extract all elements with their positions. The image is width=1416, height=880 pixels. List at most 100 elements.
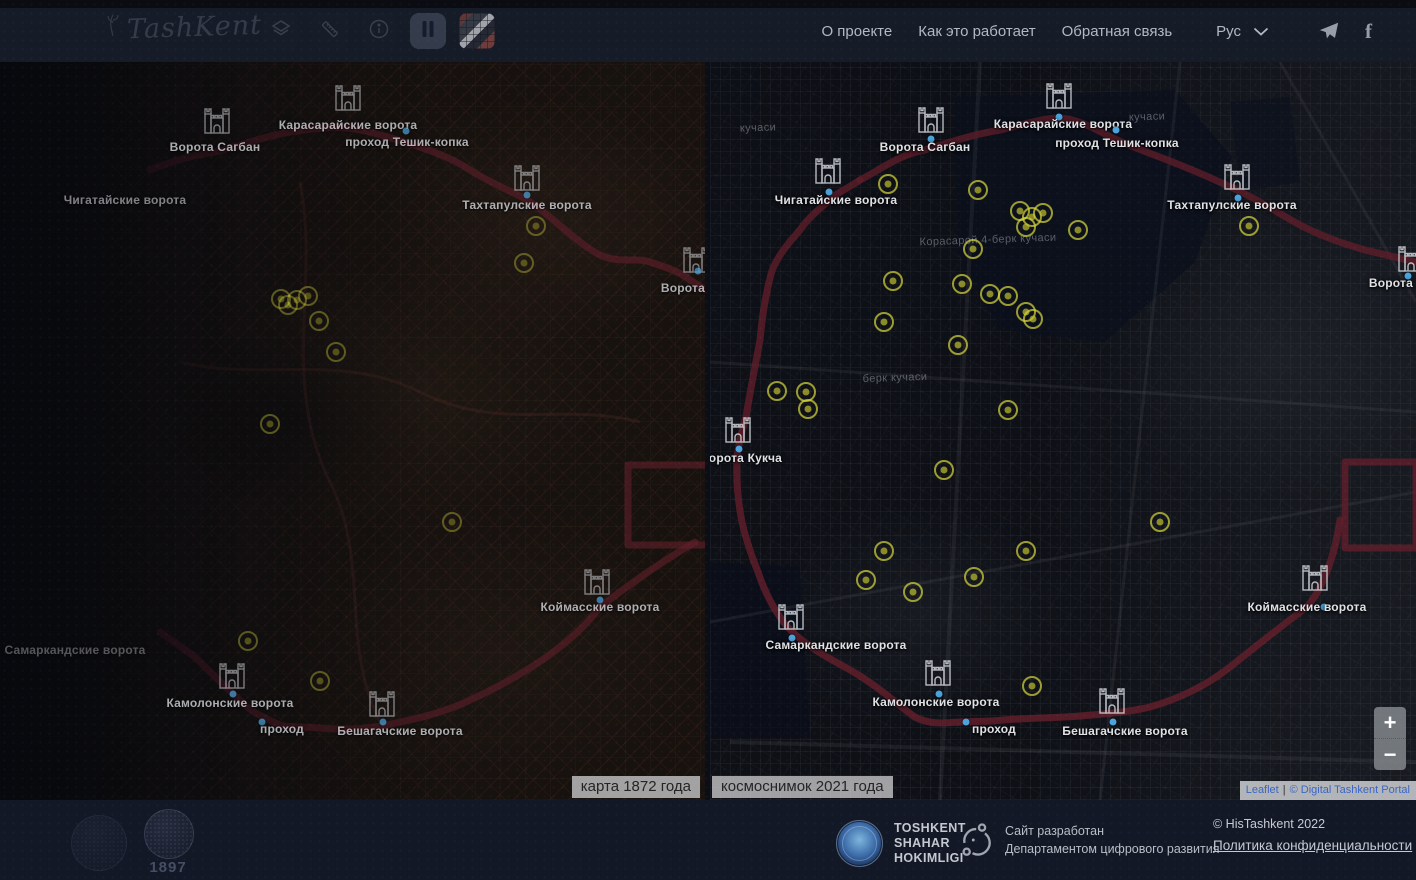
poi-marker[interactable] <box>874 312 894 332</box>
poi-marker[interactable] <box>1239 216 1259 236</box>
info-icon <box>368 18 390 45</box>
gate-label: Самаркандские ворота <box>765 638 906 652</box>
poi-marker[interactable] <box>980 284 1000 304</box>
gate-label: Ворота Кукча <box>710 451 782 465</box>
poi-marker[interactable] <box>1022 676 1042 696</box>
gate-icon[interactable] <box>776 599 806 633</box>
poi-marker[interactable] <box>526 216 546 236</box>
poi-marker[interactable] <box>798 399 818 419</box>
poi-marker[interactable] <box>767 381 787 401</box>
gate-icon[interactable] <box>1222 159 1252 193</box>
gate-icon[interactable] <box>916 102 946 136</box>
info-button[interactable] <box>361 13 397 49</box>
poi-marker[interactable] <box>1033 203 1053 223</box>
org-name: TOSHKENT SHAHAR HOKIMLIGI <box>894 821 966 865</box>
copyright-block: © HisTashkent 2022 Политика конфиденциал… <box>1213 815 1412 853</box>
poi-marker[interactable] <box>310 671 330 691</box>
gate-icon[interactable] <box>723 412 753 446</box>
telegram-icon[interactable] <box>1317 20 1341 42</box>
poi-marker[interactable] <box>1023 309 1043 329</box>
digital-dev-logo-icon <box>956 821 992 859</box>
gate-label: проход Тешик-копка <box>1055 136 1179 150</box>
gate-icon[interactable] <box>202 103 232 137</box>
poi-marker[interactable] <box>948 335 968 355</box>
gate-icon[interactable] <box>217 658 247 692</box>
gate-label: Камолонские ворота <box>872 695 999 709</box>
poi-marker[interactable] <box>1016 217 1036 237</box>
poi-marker[interactable] <box>903 582 923 602</box>
caption-1872: карта 1872 года <box>572 776 700 798</box>
year-thumbnail[interactable] <box>71 815 127 871</box>
street-label: кучаси <box>1129 110 1166 123</box>
poi-marker[interactable] <box>260 414 280 434</box>
street-label: кучаси <box>740 121 777 134</box>
map-1872[interactable]: Карасарайские воротапроход Тешик-копкаВо… <box>0 62 705 800</box>
poi-marker[interactable] <box>934 460 954 480</box>
gate-icon[interactable] <box>367 686 397 720</box>
map-2021[interactable]: Корасарой 4-берк кучасиберк кучасикучаси… <box>710 62 1416 800</box>
zoom-out-button[interactable]: − <box>1374 739 1406 770</box>
zoom-in-button[interactable]: + <box>1374 707 1406 739</box>
leaflet-link[interactable]: Leaflet <box>1246 784 1279 796</box>
poi-marker[interactable] <box>952 274 972 294</box>
gate-label: Коймасские ворота <box>540 600 659 614</box>
poi-marker[interactable] <box>1068 220 1088 240</box>
gate-icon[interactable] <box>1097 683 1127 717</box>
developer-text: Сайт разработан Департаментом цифрового … <box>1005 822 1220 858</box>
nav-how-it-works[interactable]: Как это работает <box>918 23 1035 40</box>
poi-marker[interactable] <box>1150 512 1170 532</box>
poi-marker[interactable] <box>968 180 988 200</box>
portal-link[interactable]: © Digital Tashkent Portal <box>1290 784 1410 796</box>
language-selector[interactable]: Рус <box>1216 23 1269 40</box>
map-attribution: Leaflet|© Digital Tashkent Portal <box>1240 781 1416 800</box>
poi-marker[interactable] <box>963 239 983 259</box>
poi-marker[interactable] <box>442 512 462 532</box>
gate-dot <box>695 268 702 275</box>
layers-icon <box>270 18 292 45</box>
gate-label: Карасарайские ворота <box>994 117 1133 131</box>
gates-toggle-button[interactable] <box>410 13 446 49</box>
logo-ornament-icon <box>103 12 123 43</box>
gate-icon[interactable] <box>1044 78 1074 112</box>
map-1872-overlays: Карасарайские воротапроход Тешик-копкаВо… <box>0 62 705 800</box>
poi-marker[interactable] <box>883 271 903 291</box>
minimap-button[interactable] <box>459 13 495 49</box>
chevron-down-icon <box>1253 23 1269 40</box>
gate-icon[interactable] <box>923 655 953 689</box>
layers-button[interactable] <box>263 13 299 49</box>
nav-feedback[interactable]: Обратная связь <box>1062 23 1173 40</box>
gate-icon[interactable] <box>1396 241 1416 275</box>
gate-dot <box>963 719 970 726</box>
poi-marker[interactable] <box>238 631 258 651</box>
facebook-icon[interactable]: f <box>1365 19 1372 44</box>
poi-marker[interactable] <box>271 289 291 309</box>
gate-icon[interactable] <box>512 160 542 194</box>
gate-label: Тахтапулские ворота <box>462 198 591 212</box>
poi-marker[interactable] <box>998 400 1018 420</box>
privacy-policy-link[interactable]: Политика конфиденциальности <box>1213 838 1412 853</box>
map-divider[interactable] <box>705 62 710 800</box>
gate-icon[interactable] <box>1300 560 1330 594</box>
poi-marker[interactable] <box>1016 541 1036 561</box>
gate-icon[interactable] <box>813 153 843 187</box>
poi-marker[interactable] <box>878 174 898 194</box>
logo-text: TashKent <box>127 10 263 46</box>
poi-marker[interactable] <box>998 286 1018 306</box>
year-thumbnail[interactable] <box>144 809 194 859</box>
poi-marker[interactable] <box>874 541 894 561</box>
gate-icon[interactable] <box>582 564 612 598</box>
hokimligi-emblem-icon <box>836 820 883 867</box>
nav-about[interactable]: О проекте <box>821 23 892 40</box>
caption-2021: космоснимок 2021 года <box>712 776 893 798</box>
poi-marker[interactable] <box>309 311 329 331</box>
poi-marker[interactable] <box>298 286 318 306</box>
poi-marker[interactable] <box>326 342 346 362</box>
poi-marker[interactable] <box>964 567 984 587</box>
poi-marker[interactable] <box>856 570 876 590</box>
site-logo[interactable]: TashKent <box>103 12 262 43</box>
measure-button[interactable] <box>312 13 348 49</box>
year-label: 1897 <box>149 859 186 876</box>
gate-icon[interactable] <box>333 80 363 114</box>
top-strip <box>0 0 1416 8</box>
poi-marker[interactable] <box>514 253 534 273</box>
